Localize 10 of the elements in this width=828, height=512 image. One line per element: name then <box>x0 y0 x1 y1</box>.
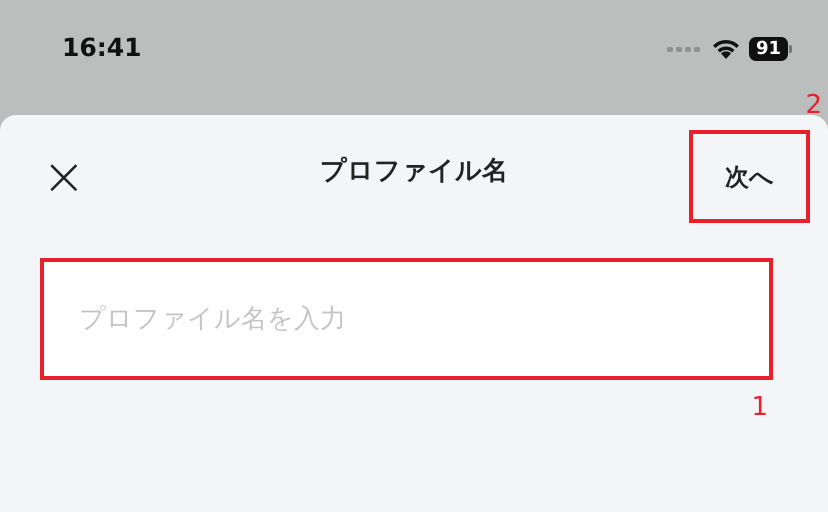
annotation-number: 1 <box>751 392 768 422</box>
sheet-title: プロファイル名 <box>320 155 508 188</box>
close-button[interactable]: × <box>36 150 92 202</box>
annotation-number: 2 <box>805 90 822 120</box>
cellular-signal-icon <box>666 44 703 54</box>
battery-indicator: 91 <box>748 37 788 61</box>
wifi-icon <box>710 38 741 60</box>
status-time: 16:41 <box>62 33 142 63</box>
next-button[interactable]: 次へ <box>689 130 810 223</box>
profile-name-field[interactable]: プロファイル名を入力 <box>40 258 773 380</box>
